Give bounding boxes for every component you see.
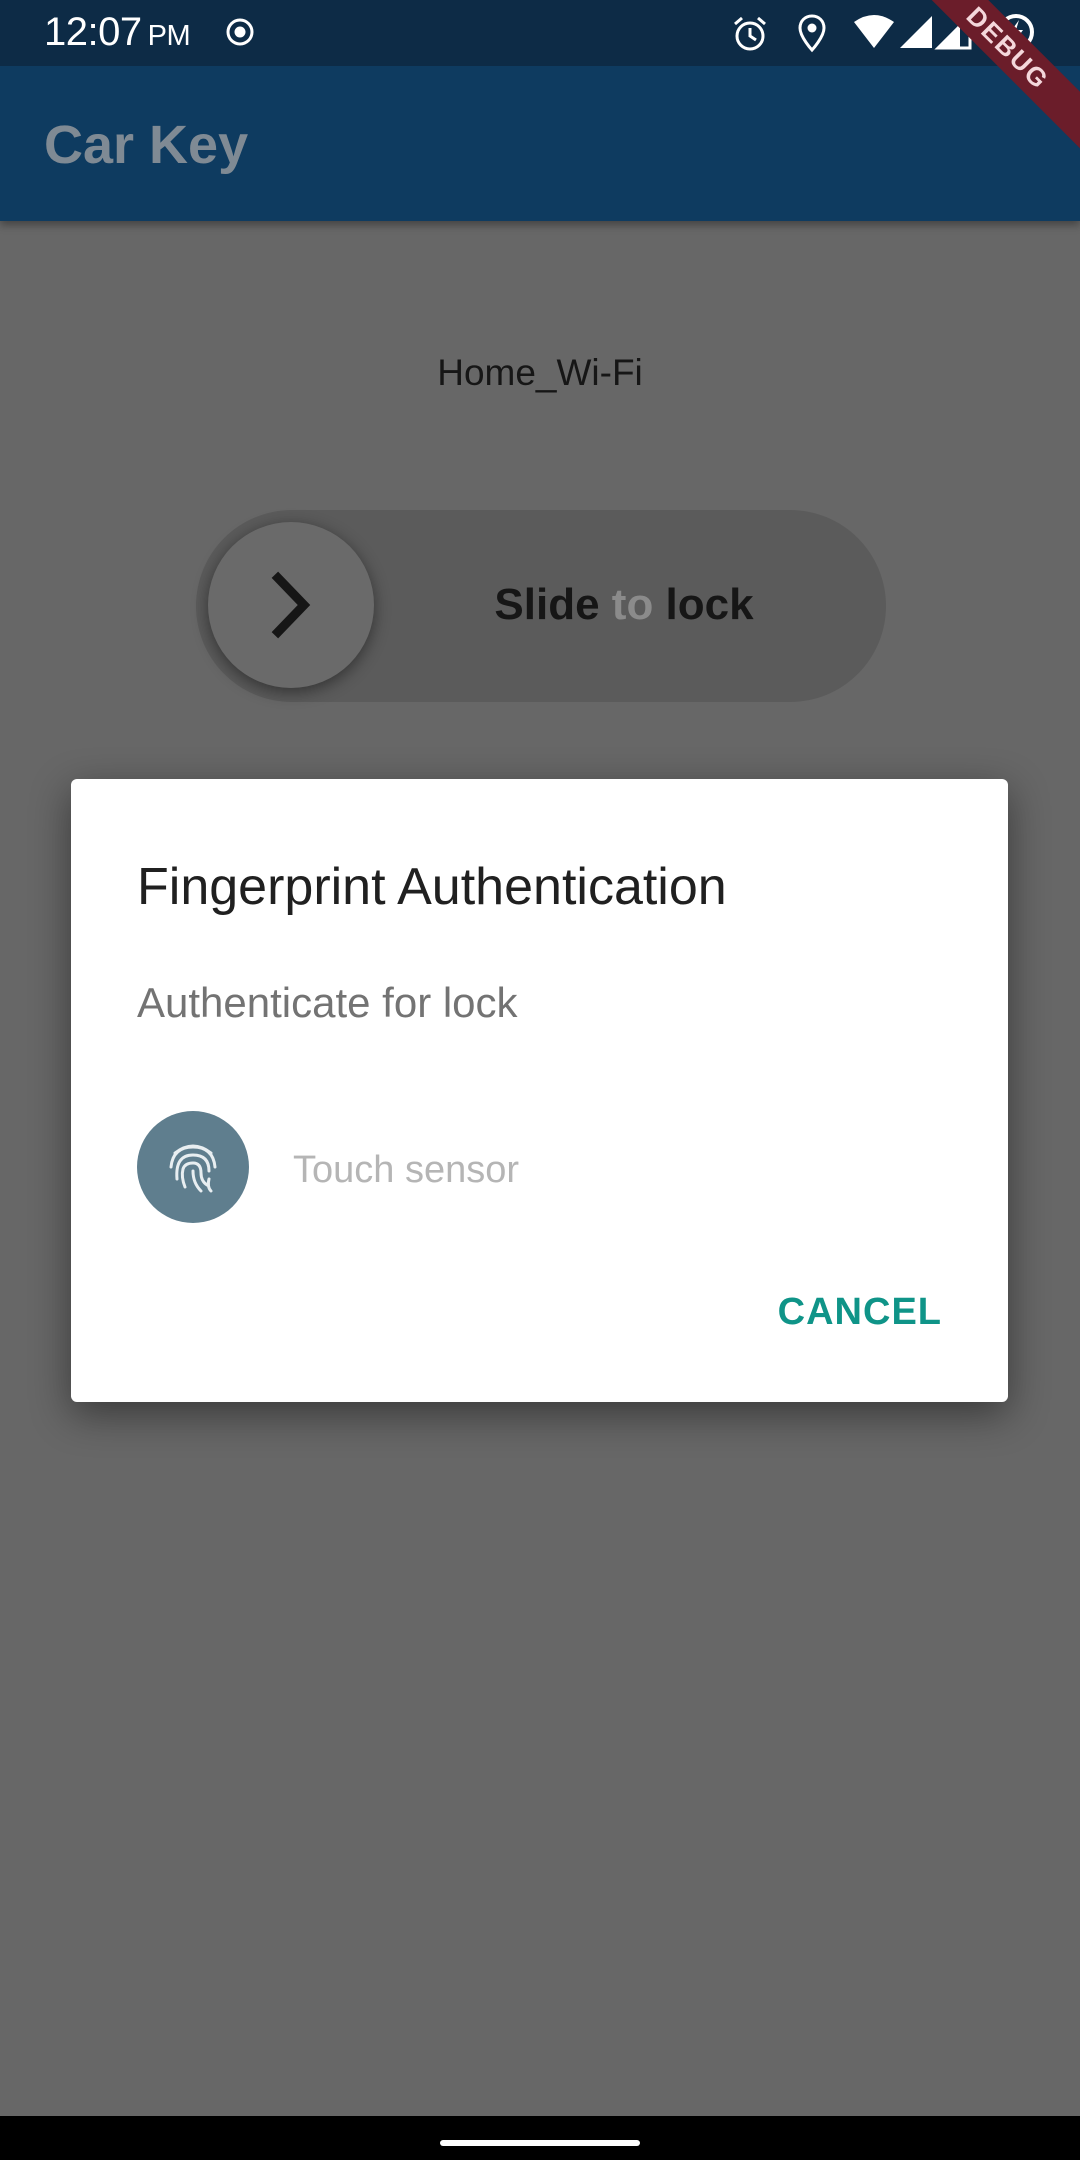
cancel-button[interactable]: CANCEL — [778, 1291, 942, 1334]
dialog-title: Fingerprint Authentication — [137, 858, 727, 916]
touch-sensor-hint: Touch sensor — [293, 1149, 520, 1191]
app-bar: Car Key — [0, 66, 1080, 221]
status-time: 12:07 PM — [44, 10, 191, 55]
status-ampm: PM — [147, 20, 191, 52]
slider-label-part2: to — [599, 580, 666, 629]
status-bar: 12:07 PM — [0, 0, 1080, 66]
slide-to-lock-label: Slide to lock — [374, 580, 874, 630]
fingerprint-icon-circle — [137, 1111, 249, 1223]
network-name: Home_Wi-Fi — [437, 352, 643, 393]
slider-label-part1: Slide — [494, 580, 600, 629]
alarm-icon — [730, 14, 770, 59]
fingerprint-dialog: Fingerprint Authentication Authenticate … — [71, 779, 1008, 1402]
record-icon — [224, 16, 256, 53]
slide-to-lock-knob[interactable] — [208, 522, 374, 688]
home-gesture-handle[interactable] — [440, 2140, 640, 2146]
navigation-bar — [0, 2116, 1080, 2160]
wifi-icon — [852, 14, 896, 55]
app-title: Car Key — [44, 115, 249, 175]
status-clock: 12:07 — [44, 10, 142, 54]
dialog-description: Authenticate for lock — [137, 979, 518, 1026]
slider-label-part3: lock — [665, 580, 754, 629]
location-icon — [796, 14, 828, 59]
